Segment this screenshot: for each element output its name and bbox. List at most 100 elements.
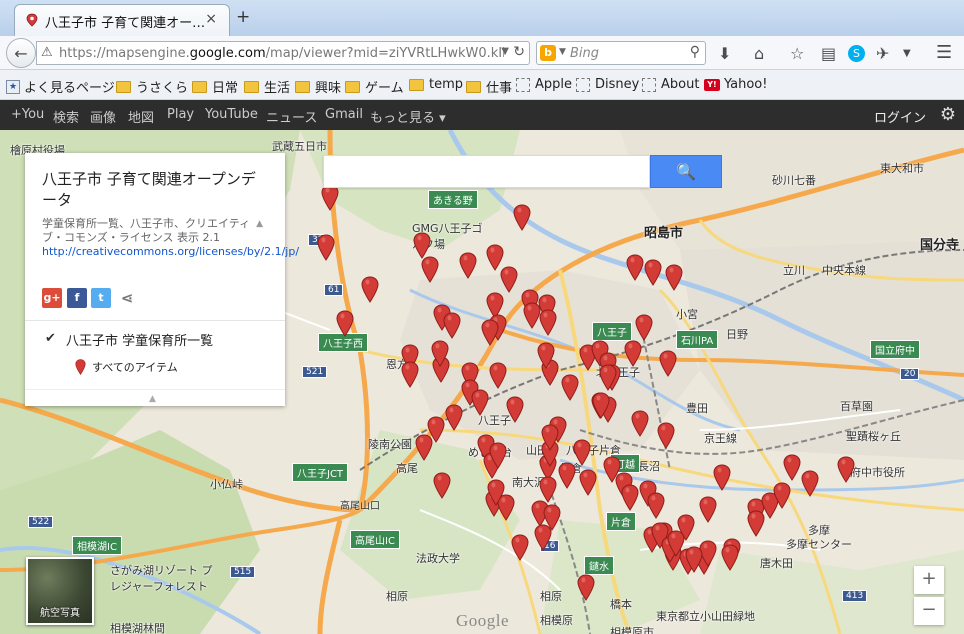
map-marker-pin[interactable] <box>699 496 717 523</box>
map-marker-pin[interactable] <box>539 476 557 503</box>
close-tab-icon[interactable]: × <box>205 11 217 27</box>
map-marker-pin[interactable] <box>558 462 576 489</box>
login-link[interactable]: ログイン <box>874 107 926 126</box>
gbar-item-youtube[interactable]: YouTube <box>205 107 258 122</box>
map-marker-pin[interactable] <box>421 256 439 283</box>
map-search-button[interactable]: 🔍 <box>650 155 722 188</box>
map-marker-pin[interactable] <box>577 574 595 601</box>
url-bar[interactable]: ⚠ https://mapsengine.google.com/map/view… <box>36 41 530 65</box>
map-marker-pin[interactable] <box>443 312 461 339</box>
map-marker-pin[interactable] <box>631 410 649 437</box>
bookmark-item[interactable]: Disney <box>576 77 639 92</box>
map-marker-pin[interactable] <box>459 252 477 279</box>
map-marker-pin[interactable] <box>513 204 531 231</box>
menu-icon[interactable]: ☰ <box>936 42 952 63</box>
gbar-item-play[interactable]: Play <box>167 107 194 122</box>
layer-toggle[interactable]: ✔ 八王子市 学童保育所一覧 <box>45 330 213 349</box>
facebook-share-button[interactable]: f <box>67 288 87 308</box>
gbar-item-images[interactable]: 画像 <box>90 107 116 126</box>
active-tab[interactable]: 八王子市 子育て関連オー… × <box>14 4 230 36</box>
map-marker-pin[interactable] <box>433 472 451 499</box>
bookmark-folder[interactable]: 日常 <box>192 77 238 96</box>
map-marker-pin[interactable] <box>500 266 518 293</box>
map-marker-pin[interactable] <box>665 264 683 291</box>
gbar-item-news[interactable]: ニュース <box>266 107 317 126</box>
map-marker-pin[interactable] <box>431 340 449 367</box>
map-marker-pin[interactable] <box>401 361 419 388</box>
bookmark-folder[interactable]: temp <box>409 77 463 92</box>
extension-icon[interactable]: ✈ <box>876 44 889 63</box>
bookmark-folder[interactable]: うさくら <box>116 77 188 96</box>
back-button[interactable]: ← <box>6 38 36 68</box>
map-marker-pin[interactable] <box>713 464 731 491</box>
gbar-item-plus-you[interactable]: +You <box>11 107 44 122</box>
map-marker-pin[interactable] <box>317 234 335 261</box>
warning-icon[interactable]: ⚠ <box>41 45 53 60</box>
map-marker-pin[interactable] <box>667 530 685 557</box>
gbar-item-more[interactable]: もっと見る ▾ <box>370 107 446 126</box>
extension-dropdown-icon[interactable]: ▼ <box>903 48 911 59</box>
collapse-description-icon[interactable]: ▲ <box>256 219 263 229</box>
skype-icon[interactable]: S <box>848 45 865 62</box>
all-items-legend[interactable]: すべてのアイテム <box>75 359 178 375</box>
map-marker-pin[interactable] <box>635 314 653 341</box>
engine-dropdown-icon[interactable]: ▼ <box>559 47 566 57</box>
map-marker-pin[interactable] <box>624 340 642 367</box>
map-marker-pin[interactable] <box>321 184 339 211</box>
map-marker-pin[interactable] <box>561 374 579 401</box>
bookmark-folder[interactable]: 興味 <box>295 77 341 96</box>
checkbox-checked-icon[interactable]: ✔ <box>45 332 58 346</box>
search-bar[interactable]: b ▼ Bing ⚲ <box>536 41 706 65</box>
map-marker-pin[interactable] <box>534 524 552 551</box>
map-marker-pin[interactable] <box>644 259 662 286</box>
license-link[interactable]: http://creativecommons.org/licenses/by/2… <box>42 245 299 259</box>
new-tab-button[interactable]: + <box>236 7 250 27</box>
url-dropdown-icon[interactable]: ▼ <box>501 46 509 57</box>
map-marker-pin[interactable] <box>361 276 379 303</box>
map-marker-pin[interactable] <box>837 456 855 483</box>
satellite-toggle-button[interactable]: 航空写真 <box>26 557 94 625</box>
map-marker-pin[interactable] <box>506 396 524 423</box>
zoom-in-button[interactable]: + <box>914 566 944 594</box>
map-marker-pin[interactable] <box>647 492 665 519</box>
map-marker-pin[interactable] <box>523 302 541 329</box>
bookmark-item[interactable]: Y! Yahoo! <box>704 77 767 92</box>
bookmark-item[interactable]: ★ よく見るページ <box>6 77 115 96</box>
twitter-share-button[interactable]: t <box>91 288 111 308</box>
map-marker-pin[interactable] <box>336 310 354 337</box>
map-marker-pin[interactable] <box>659 350 677 377</box>
gbar-item-gmail[interactable]: Gmail <box>325 107 363 122</box>
map-marker-pin[interactable] <box>773 482 791 509</box>
map-search-input[interactable] <box>323 155 650 188</box>
download-icon[interactable]: ⬇ <box>718 44 731 63</box>
map-marker-pin[interactable] <box>511 534 529 561</box>
reading-list-icon[interactable]: ▤ <box>821 44 836 63</box>
gbar-item-search[interactable]: 検索 <box>53 107 79 126</box>
map-marker-pin[interactable] <box>487 479 505 506</box>
map-marker-pin[interactable] <box>599 364 617 391</box>
map-marker-pin[interactable] <box>626 254 644 281</box>
map-marker-pin[interactable] <box>445 404 463 431</box>
search-icon[interactable]: ⚲ <box>690 44 700 60</box>
collapse-panel-icon[interactable]: ▲ <box>149 394 156 404</box>
bookmark-folder[interactable]: 仕事 <box>466 77 512 96</box>
map-marker-pin[interactable] <box>621 484 639 511</box>
map-marker-pin[interactable] <box>471 389 489 416</box>
map-marker-pin[interactable] <box>415 434 433 461</box>
map-marker-pin[interactable] <box>489 442 507 469</box>
bing-engine-icon[interactable]: b <box>540 45 556 61</box>
bookmark-folder[interactable]: ゲーム <box>345 77 404 96</box>
map-marker-pin[interactable] <box>489 362 507 389</box>
map-marker-pin[interactable] <box>537 342 555 369</box>
map-marker-pin[interactable] <box>721 544 739 571</box>
bookmark-item[interactable]: About <box>642 77 699 92</box>
zoom-out-button[interactable]: − <box>914 597 944 625</box>
gbar-item-maps[interactable]: 地図 <box>128 107 154 126</box>
map-marker-pin[interactable] <box>413 232 431 259</box>
map-marker-pin[interactable] <box>657 422 675 449</box>
gear-icon[interactable]: ⚙ <box>940 104 956 125</box>
bookmark-folder[interactable]: 生活 <box>244 77 290 96</box>
google-plus-share-button[interactable]: g+ <box>42 288 62 308</box>
map-marker-pin[interactable] <box>481 319 499 346</box>
map-marker-pin[interactable] <box>783 454 801 481</box>
